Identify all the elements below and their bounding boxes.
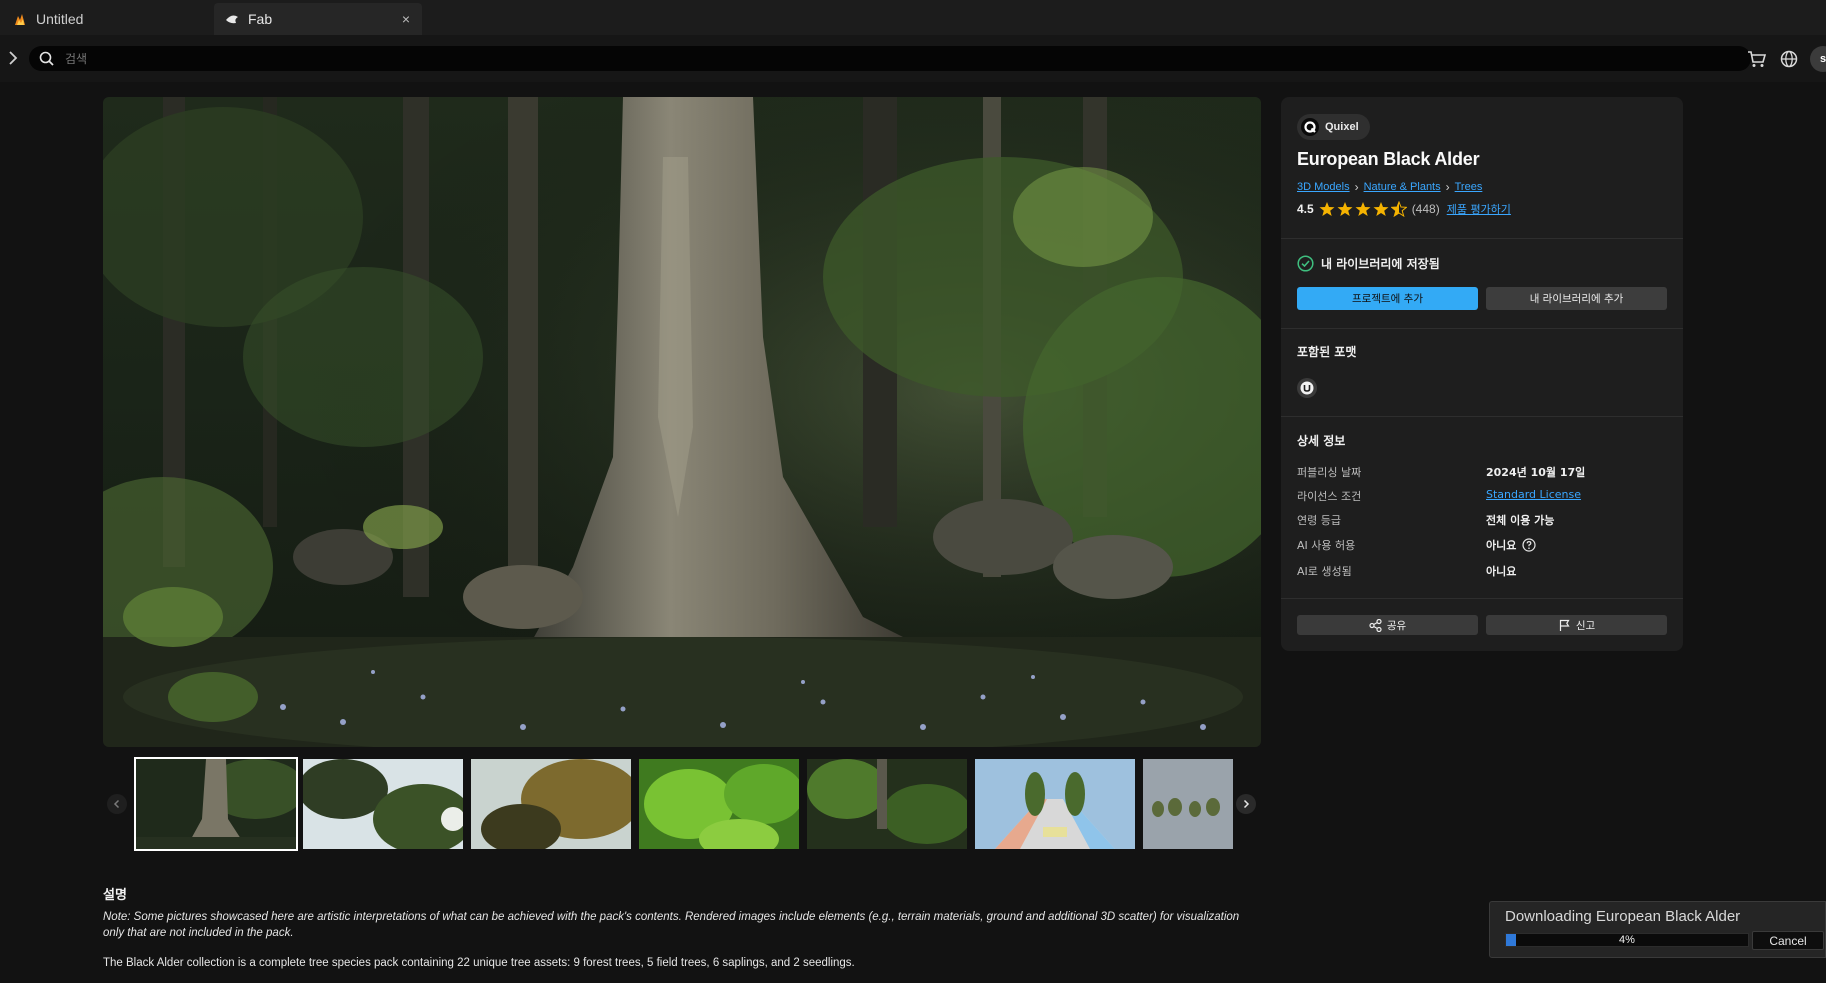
thumbnail[interactable] — [975, 759, 1135, 849]
star-icon — [1319, 202, 1335, 216]
owned-text: 내 라이브러리에 저장됨 — [1321, 257, 1440, 271]
detail-label: AI로 생성됨 — [1297, 565, 1352, 578]
library-section — [1281, 238, 1683, 328]
publisher-chip[interactable]: Quixel — [1297, 114, 1370, 140]
toolbar: s — [0, 35, 1826, 82]
license-link[interactable]: Standard License — [1486, 488, 1581, 501]
tab-label: Untitled — [36, 11, 84, 27]
thumbnail[interactable] — [1143, 759, 1233, 849]
thumbnail[interactable] — [134, 757, 298, 851]
search-bar[interactable] — [29, 46, 1751, 71]
breadcrumb-3d-models[interactable]: 3D Models — [1297, 181, 1350, 193]
description-body: The Black Alder collection is a complete… — [103, 957, 855, 969]
rating-count: (448) — [1411, 202, 1440, 216]
star-half-icon — [1390, 201, 1407, 217]
breadcrumb: 3D Models › Nature & Plants › Trees — [1297, 180, 1482, 194]
tab-untitled[interactable]: Untitled — [0, 3, 210, 35]
share-label: 공유 — [1386, 619, 1407, 632]
page-title: European Black Alder — [1297, 149, 1480, 169]
download-progress-bar: 4% — [1505, 933, 1749, 947]
detail-value: 2024년 10월 17일 — [1486, 466, 1586, 479]
chevron-right-icon[interactable] — [1236, 794, 1256, 814]
avatar[interactable]: s — [1810, 46, 1826, 72]
chevron-right-icon: › — [1445, 180, 1450, 194]
star-icon — [1355, 202, 1371, 216]
thumbnail[interactable] — [471, 759, 631, 849]
hero-image — [103, 97, 1261, 747]
breadcrumb-nature-plants[interactable]: Nature & Plants — [1364, 181, 1441, 193]
quixel-logo-icon — [1301, 118, 1319, 136]
toolbar-actions: s — [1746, 46, 1826, 72]
thumbnail[interactable] — [639, 759, 799, 849]
detail-value-wrap: 아니요 — [1486, 537, 1536, 553]
tab-label: Fab — [248, 11, 273, 27]
search-icon — [39, 51, 54, 66]
add-to-library-button[interactable]: 내 라이브러리에 추가 — [1486, 287, 1667, 310]
fab-icon — [224, 11, 240, 27]
add-to-project-button[interactable]: 프로젝트에 추가 — [1297, 287, 1478, 310]
description-note: Note: Some pictures showcased here are a… — [103, 911, 1240, 939]
download-title: Downloading European Black Alder — [1505, 908, 1741, 925]
report-button[interactable]: 신고 — [1486, 615, 1667, 635]
close-icon[interactable]: × — [402, 11, 410, 27]
thumbnail[interactable] — [303, 759, 463, 849]
help-icon[interactable] — [1522, 538, 1536, 552]
star-icon — [1337, 202, 1353, 216]
star-icon — [1373, 202, 1389, 216]
publisher-name: Quixel — [1325, 121, 1359, 133]
report-label: 신고 — [1575, 619, 1596, 632]
thumbnail-strip — [103, 755, 1261, 851]
title-bar: Untitled Fab × — [0, 0, 1826, 35]
unreal-flame-icon — [12, 11, 28, 27]
share-button[interactable]: 공유 — [1297, 615, 1478, 635]
formats-heading: 포함된 포맷 — [1297, 345, 1357, 359]
formats-section — [1281, 328, 1683, 416]
detail-value: 아니요 — [1486, 539, 1517, 552]
chevron-left-icon[interactable] — [107, 794, 127, 814]
detail-label: 라이선스 조건 — [1297, 490, 1362, 503]
globe-icon[interactable] — [1778, 48, 1800, 70]
chevron-right-icon: › — [1354, 180, 1359, 194]
tab-fab[interactable]: Fab × — [214, 3, 422, 35]
thumbnail[interactable] — [807, 759, 967, 849]
chevron-right-icon[interactable] — [5, 48, 21, 68]
cancel-download-button[interactable]: Cancel — [1752, 931, 1824, 950]
details-heading: 상세 정보 — [1297, 434, 1346, 448]
rating-value: 4.5 — [1297, 202, 1314, 216]
product-panel: Quixel European Black Alder 3D Models › … — [1281, 97, 1683, 651]
description-heading: 설명 — [103, 888, 127, 903]
owned-status: 내 라이브러리에 저장됨 — [1297, 255, 1440, 272]
share-icon — [1369, 618, 1382, 632]
download-notification: Downloading European Black Alder 4% Canc… — [1489, 901, 1826, 958]
detail-label: 퍼블리싱 날짜 — [1297, 466, 1362, 479]
detail-label: AI 사용 허용 — [1297, 539, 1356, 552]
rating-stars — [1319, 201, 1407, 217]
detail-value: 아니요 — [1486, 565, 1517, 578]
search-input[interactable] — [63, 50, 1663, 67]
rate-product-link[interactable]: 제품 평가하기 — [1447, 201, 1511, 217]
breadcrumb-trees[interactable]: Trees — [1455, 181, 1483, 193]
flag-icon — [1559, 619, 1570, 631]
rating-row: 4.5 (448) 제품 평가하기 — [1297, 201, 1511, 217]
cart-icon[interactable] — [1746, 48, 1768, 70]
progress-text: 4% — [1619, 934, 1635, 946]
unreal-engine-icon[interactable] — [1297, 378, 1317, 398]
detail-label: 연령 등급 — [1297, 514, 1341, 527]
detail-value: 전체 이용 가능 — [1486, 514, 1555, 527]
check-circle-icon — [1297, 255, 1314, 272]
